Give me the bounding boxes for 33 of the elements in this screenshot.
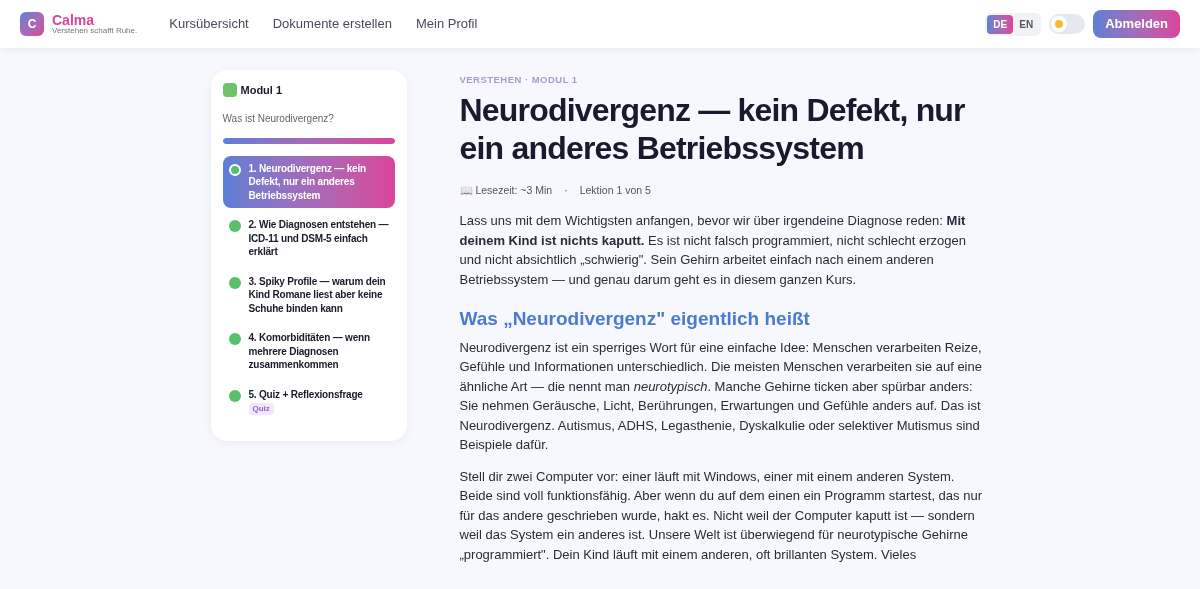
- body-paragraph: Stell dir zwei Computer vor: einer läuft mit Windows, einer mit einem anderen System. Beide sind voll funktionsfähig. Aber wenn du auf dem einen ein Programm startest, das nur für das andere geschrieben wurde, hakt es. Nicht weil der Computer kaputt ist — sondern weil das System ein anderes ist. Unsere Welt ist überwiegend für neurotypische Gehirne „programmiert". Dein Kind läuft mit einem anderen, oft brillanten System. Vieles: [459, 467, 983, 564]
- language-option[interactable]: DE: [987, 14, 1014, 34]
- lesson-item[interactable]: 3. Spiky Profile — warum dein Kind Romane liest aber keine Schuhe binden kann: [222, 268, 395, 321]
- lesson-count: Lektion 1 von 5: [579, 183, 651, 199]
- sun-icon: [1051, 16, 1068, 32]
- lesson-title: 3. Spiky Profile — warum dein Kind Romane liest aber keine Schuhe binden kann: [248, 274, 387, 315]
- nav-link[interactable]: Kursübersicht: [169, 14, 249, 34]
- lesson-title: 5. Quiz + Reflexionsfrage: [248, 387, 363, 401]
- lesson-item[interactable]: 5. Quiz + Reflexionsfrage Quiz: [222, 381, 395, 421]
- brand-tagline: Verstehen schafft Ruhe.: [52, 27, 138, 35]
- nav-link[interactable]: Dokumente erstellen: [272, 14, 392, 34]
- separator-dot: ·: [564, 183, 568, 199]
- module-title: Modul 1: [240, 83, 283, 98]
- language-option[interactable]: EN: [1013, 14, 1040, 34]
- brand-name: Calma: [52, 13, 96, 27]
- logo-icon: C: [20, 12, 44, 36]
- lesson-item[interactable]: 1. Neurodivergenz — kein Defekt, nur ein anderes Betriebssystem: [222, 155, 395, 208]
- eyebrow-label: VERSTEHEN · MODUL 1: [459, 73, 579, 87]
- article-title: Neurodivergenz — kein Defekt, nur ein anderes Betriebssystem: [459, 91, 966, 168]
- lesson-title: 2. Wie Diagnosen entstehen — ICD-11 und DSM-5 einfach erklärt: [248, 218, 389, 259]
- quiz-tag: Quiz: [248, 403, 274, 415]
- section-heading: Was „Neurodivergenz" eigentlich heißt: [459, 307, 811, 331]
- reading-time: 📖 Lesezeit: ~3 Min: [459, 183, 553, 199]
- body-paragraph: Lass uns mit dem Wichtigsten anfangen, bevor wir über irgendeine Diagnose reden: Mit deinem Kind ist nichts kaputt. Es ist nicht falsch programmiert, nicht schlecht erzogen und nicht absichtlich „schwierig". Sein Gehirn arbeitet einfach nach einem anderen Betriebssystem — und genau darum geht es in diesem ganzen Kurs.: [459, 212, 967, 289]
- module-subtitle: Was ist Neurodivergenz?: [222, 111, 335, 126]
- lesson-item[interactable]: 2. Wie Diagnosen entstehen — ICD-11 und DSM-5 einfach erklärt: [222, 212, 395, 265]
- logout-button[interactable]: Abmelden: [1093, 10, 1180, 38]
- body-paragraph: Neurodivergenz ist ein sperriges Wort für eine einfache Idee: Menschen verarbeiten Reize, Gefühle und Informationen unterschiedlich. Die meisten Menschen verarbeiten sie auf eine ähnliche Art — die nennt man neurotypisch. Manche Gehirne ticken aber spürbar anders: Sie nehmen Geräusche, Licht, Berührungen, Erwartungen und Gefühle anders auf. Das ist Neurodivergenz. Autismus, ADHS, Legasthenie, Dyskalkulie oder selektiver Mutismus sind Beispiele dafür.: [459, 338, 983, 454]
- lesson-title: 4. Komorbiditäten — wenn mehrere Diagnosen zusammenkommen: [248, 331, 371, 372]
- lesson-title: 1. Neurodivergenz — kein Defekt, nur ein anderes Betriebssystem: [248, 161, 367, 202]
- theme-toggle[interactable]: [1049, 14, 1086, 34]
- lesson-item[interactable]: 4. Komorbiditäten — wenn mehrere Diagnosen zusammenkommen: [222, 325, 395, 378]
- nav-link[interactable]: Mein Profil: [415, 14, 478, 34]
